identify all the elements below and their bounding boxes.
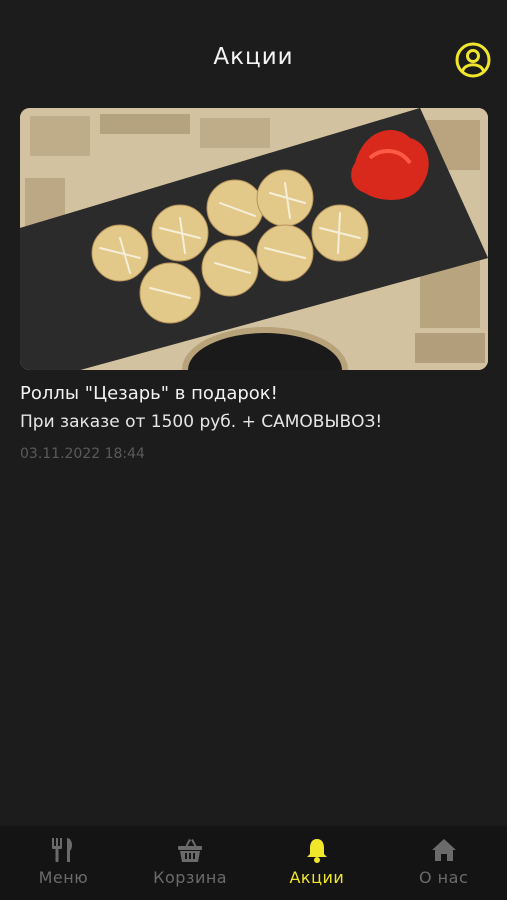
promo-description: При заказе от 1500 руб. + САМОВЫВОЗ! [20, 412, 383, 432]
tab-label-promotions: Акции [289, 868, 345, 887]
tab-label-about: О нас [419, 868, 469, 887]
header: Акции [0, 0, 507, 105]
tab-label-menu: Меню [38, 868, 89, 887]
profile-button[interactable] [455, 42, 491, 78]
tab-about[interactable]: О нас [380, 826, 507, 900]
promotions-screen: Акции Роллы "Цезарь" в подарок! При зака… [0, 0, 507, 900]
promo-date: 03.11.2022 18:44 [20, 446, 145, 462]
tab-menu[interactable]: Меню [0, 826, 127, 900]
bell-icon [306, 839, 327, 863]
basket-icon [178, 839, 203, 862]
bottom-tab-bar: Меню Корзина Акции О нас [0, 826, 507, 900]
fork-knife-icon [52, 838, 73, 862]
promo-image [20, 108, 488, 370]
tab-promotions[interactable]: Акции [254, 826, 381, 900]
tab-label-cart: Корзина [153, 868, 228, 887]
user-circle-icon [455, 42, 491, 78]
promo-card[interactable]: Роллы "Цезарь" в подарок! При заказе от … [20, 108, 488, 464]
tab-cart[interactable]: Корзина [127, 826, 254, 900]
sushi-rolls-photo [20, 108, 488, 370]
home-icon [431, 839, 456, 861]
promo-title: Роллы "Цезарь" в подарок! [20, 383, 278, 404]
page-title: Акции [213, 44, 294, 70]
